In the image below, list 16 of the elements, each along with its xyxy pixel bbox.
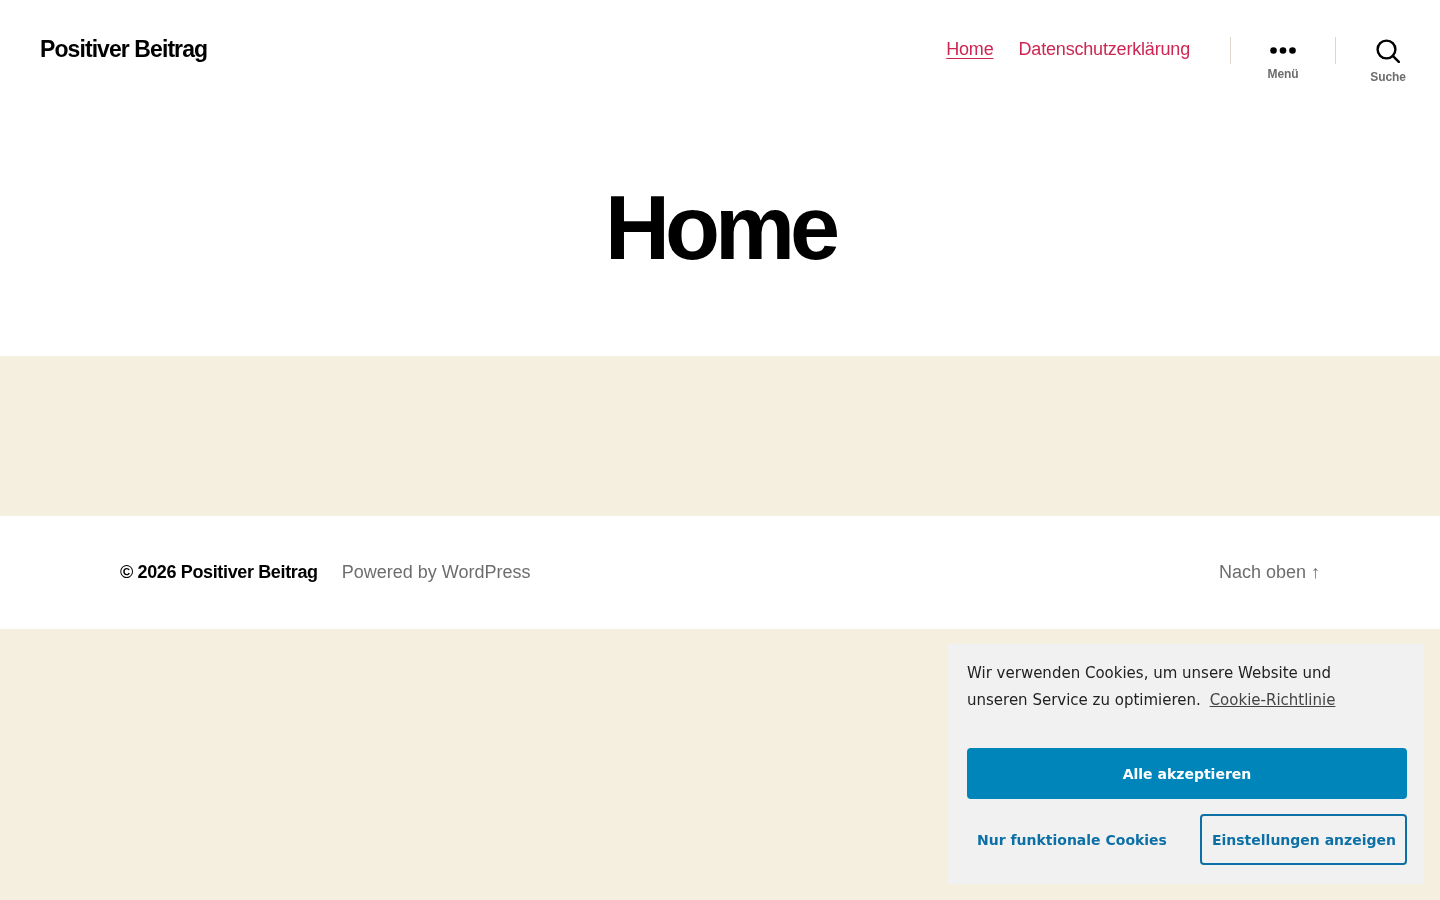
settings-button[interactable]: Einstellungen anzeigen	[1199, 814, 1407, 865]
cookie-policy-link[interactable]: Cookie-Richtlinie	[1209, 691, 1336, 709]
search-icon	[1376, 39, 1400, 63]
powered-by-link[interactable]: Powered by WordPress	[341, 562, 531, 583]
cookie-message: Wir verwenden Cookies, um unsere Website und unseren Service zu optimieren. Cookie-Richtlinie	[967, 663, 1337, 711]
nav-link[interactable]: Datenschutzerklärung	[1018, 38, 1190, 60]
back-to-top-link[interactable]: Nach oben ↑	[1218, 562, 1320, 583]
accept-all-button[interactable]: Alle akzeptieren	[967, 748, 1407, 799]
nav-link[interactable]: Home	[946, 38, 994, 60]
search-toggle[interactable]: Suche	[1336, 38, 1440, 84]
functional-only-button[interactable]: Nur funktionale Cookies	[967, 814, 1177, 865]
page-title: Home	[604, 183, 836, 273]
menu-icon	[1270, 47, 1296, 54]
site-title[interactable]: Positiver Beitrag	[40, 35, 208, 63]
footer-copyright: © 2026 Positiver Beitrag	[120, 562, 318, 583]
menu-toggle[interactable]: Menü	[1231, 38, 1335, 81]
